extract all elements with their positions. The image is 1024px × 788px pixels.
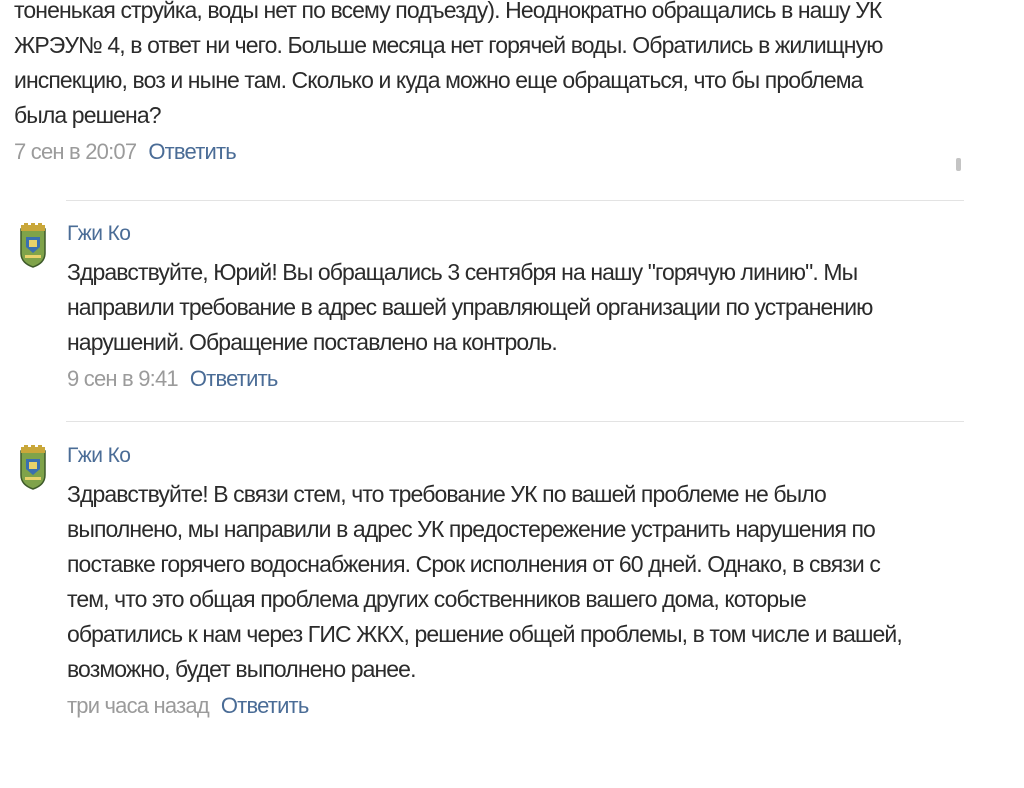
comment-author[interactable]: Гжи Ко bbox=[67, 441, 967, 471]
comment-1: тоненькая струйка, воды нет по всему под… bbox=[14, 0, 974, 169]
comment-body: Гжи Ко Здравствуйте! В связи стем, что т… bbox=[67, 441, 967, 723]
comment-divider bbox=[66, 421, 964, 422]
comment-body: Гжи Ко Здравствуйте, Юрий! Вы обращались… bbox=[67, 219, 967, 396]
coat-of-arms-icon[interactable] bbox=[16, 223, 50, 269]
coat-of-arms-icon[interactable] bbox=[16, 445, 50, 491]
comment-time: три часа назад bbox=[67, 693, 210, 718]
comment-time: 9 сен в 9:41 bbox=[67, 366, 179, 391]
comment-line: Здравствуйте! В связи стем, что требован… bbox=[67, 481, 827, 507]
comment-line: возможно, будет выполнено ранее. bbox=[67, 656, 416, 682]
comment-text: Здравствуйте, Юрий! Вы обращались 3 сент… bbox=[67, 255, 967, 360]
comment-divider bbox=[66, 200, 964, 201]
reply-link[interactable]: Ответить bbox=[148, 139, 236, 165]
comment-line: выполнено, мы направили в адрес УК предо… bbox=[67, 516, 876, 542]
comment-meta: три часа назад Ответить bbox=[67, 689, 967, 723]
comment-line: направили требование в адрес вашей управ… bbox=[67, 294, 873, 320]
comment-meta: 7 сен в 20:07 Ответить bbox=[14, 135, 974, 169]
comment-author[interactable]: Гжи Ко bbox=[67, 219, 967, 249]
comment-time: 7 сен в 20:07 bbox=[14, 139, 137, 164]
comment-line: нарушений. Обращение поставлено на контр… bbox=[67, 329, 558, 355]
comment-line: поставке горячего водоснабжения. Срок ис… bbox=[67, 551, 881, 577]
comment-line: тоненькая струйка, воды нет по всему под… bbox=[14, 0, 882, 23]
comment-line: была решена? bbox=[14, 102, 162, 128]
comment-line: обратились к нам через ГИС ЖКХ, решение … bbox=[67, 621, 903, 647]
comment-line: инспекцию, воз и ныне там. Сколько и куд… bbox=[14, 67, 863, 93]
comment-text: тоненькая струйка, воды нет по всему под… bbox=[14, 0, 974, 133]
comment-line: тем, что это общая проблема других собст… bbox=[67, 586, 807, 612]
comment-meta: 9 сен в 9:41 Ответить bbox=[67, 362, 967, 396]
scrollbar-thumb[interactable] bbox=[956, 158, 961, 171]
reply-link[interactable]: Ответить bbox=[221, 693, 309, 719]
comment-line: Здравствуйте, Юрий! Вы обращались 3 сент… bbox=[67, 259, 858, 285]
comment-text: Здравствуйте! В связи стем, что требован… bbox=[67, 477, 967, 687]
reply-link[interactable]: Ответить bbox=[190, 366, 278, 392]
comment-line: ЖРЭУ№ 4, в ответ ни чего. Больше месяца … bbox=[14, 32, 883, 58]
